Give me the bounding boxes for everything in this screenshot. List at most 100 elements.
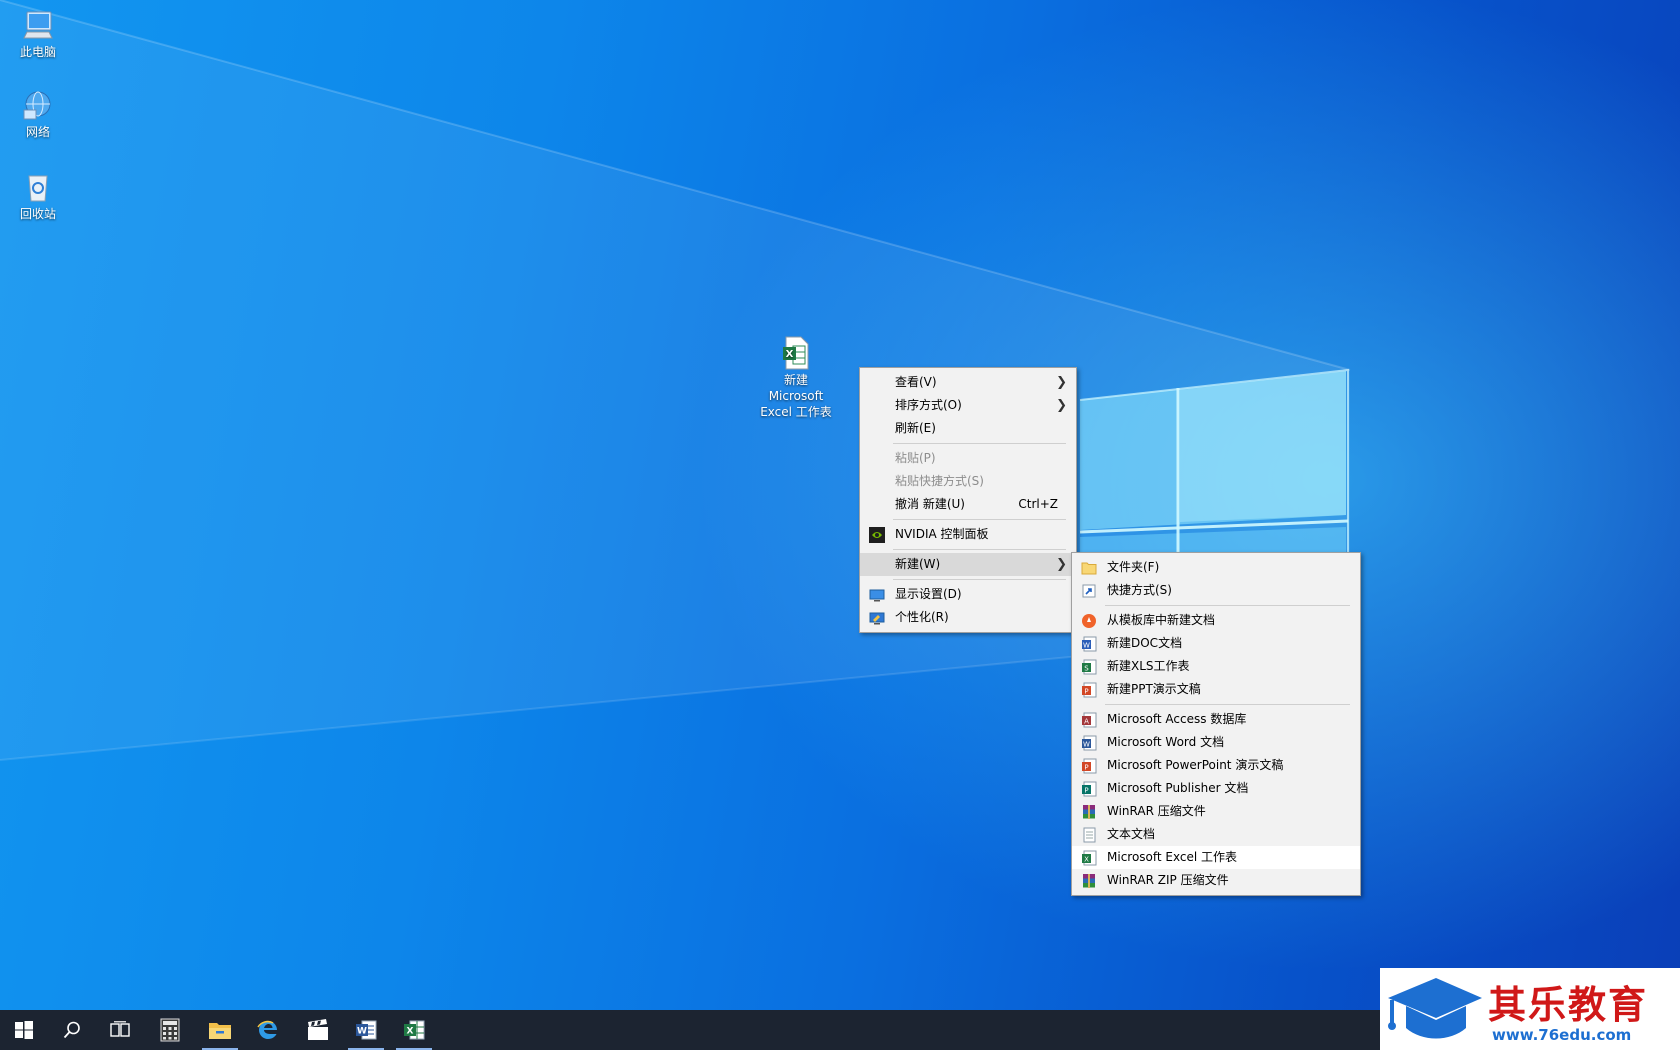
wps-ppt-icon: P xyxy=(1082,682,1097,698)
menu-item-label: 新建(W) xyxy=(895,557,941,571)
menu-item-label: Microsoft Word 文档 xyxy=(1107,735,1225,749)
menu-item-new[interactable]: 新建(W) ❯ xyxy=(860,553,1076,576)
wps-xls-icon: S xyxy=(1082,659,1097,675)
file-explorer-icon xyxy=(209,1023,231,1039)
menu-item-label: 新建PPT演示文稿 xyxy=(1107,682,1201,696)
start-icon xyxy=(15,1021,33,1039)
chevron-right-icon: ❯ xyxy=(1056,557,1067,572)
shortcut-icon xyxy=(1082,584,1096,598)
search-button[interactable] xyxy=(48,1010,96,1050)
menu-item-display-settings[interactable]: 显示设置(D) xyxy=(860,583,1076,606)
menu-item-label: Microsoft Excel 工作表 xyxy=(1107,850,1238,864)
menu-item-paste: 粘贴(P) xyxy=(860,447,1076,470)
svg-text:P: P xyxy=(1084,764,1088,772)
desktop-icon-recycle-bin[interactable]: 回收站 xyxy=(0,170,76,222)
desktop-icon-label: 回收站 xyxy=(19,207,56,221)
submenu-item-word[interactable]: W Microsoft Word 文档 xyxy=(1072,731,1360,754)
desktop-icon-network[interactable]: 网络 xyxy=(0,88,76,140)
folder-icon xyxy=(1081,562,1097,575)
network-icon xyxy=(23,91,51,120)
search-icon xyxy=(63,1021,80,1039)
svg-text:P: P xyxy=(1084,688,1088,696)
submenu-item-text[interactable]: 文本文档 xyxy=(1072,823,1360,846)
menu-separator xyxy=(1105,704,1350,705)
nvidia-icon xyxy=(869,527,885,543)
access-icon: A xyxy=(1082,712,1097,728)
menu-item-label: 文件夹(F) xyxy=(1107,560,1160,574)
submenu-item-powerpoint[interactable]: P Microsoft PowerPoint 演示文稿 xyxy=(1072,754,1360,777)
svg-text:W: W xyxy=(357,1027,367,1037)
menu-item-label: 快捷方式(S) xyxy=(1107,583,1172,597)
submenu-item-winrar[interactable]: WinRAR 压缩文件 xyxy=(1072,800,1360,823)
svg-text:S: S xyxy=(1084,665,1089,673)
start-button[interactable] xyxy=(0,1010,48,1050)
excel-file-icon: X xyxy=(783,336,809,370)
chevron-right-icon: ❯ xyxy=(1056,375,1067,390)
desktop[interactable]: 此电脑 网络 回收站 X 新建 Microsoft Excel 工作表 xyxy=(0,0,1680,1010)
recycle-bin-icon xyxy=(28,175,48,202)
word-doc-icon: W xyxy=(1082,735,1097,751)
menu-item-label: 显示设置(D) xyxy=(895,587,962,601)
submenu-item-template[interactable]: 从模板库中新建文档 xyxy=(1072,609,1360,632)
menu-item-label: 粘贴快捷方式(S) xyxy=(895,474,984,488)
svg-text:W: W xyxy=(1083,642,1090,650)
submenu-item-new-xls[interactable]: S 新建XLS工作表 xyxy=(1072,655,1360,678)
menu-item-label: 新建XLS工作表 xyxy=(1107,659,1190,673)
taskbar-movies[interactable] xyxy=(294,1010,342,1050)
menu-item-label: 排序方式(O) xyxy=(895,398,962,412)
text-document-icon xyxy=(1083,827,1096,843)
template-icon xyxy=(1082,614,1096,628)
taskbar-edge[interactable] xyxy=(244,1010,292,1050)
svg-text:X: X xyxy=(786,349,794,360)
taskbar-word[interactable]: W xyxy=(342,1010,390,1050)
submenu-item-new-doc[interactable]: W 新建DOC文档 xyxy=(1072,632,1360,655)
computer-icon xyxy=(23,11,53,39)
submenu-item-winrar-zip[interactable]: WinRAR ZIP 压缩文件 xyxy=(1072,869,1360,892)
display-icon xyxy=(869,589,885,602)
taskbar-calculator[interactable] xyxy=(146,1010,194,1050)
desktop-icon-label: 此电脑 xyxy=(19,45,56,59)
submenu-item-publisher[interactable]: P Microsoft Publisher 文档 xyxy=(1072,777,1360,800)
menu-item-label: Microsoft Access 数据库 xyxy=(1107,712,1247,726)
task-view-icon xyxy=(110,1021,130,1037)
wallpaper-logo xyxy=(0,0,1351,761)
menu-item-paste-shortcut: 粘贴快捷方式(S) xyxy=(860,470,1076,493)
task-view-button[interactable] xyxy=(96,1010,144,1050)
menu-item-label: 查看(V) xyxy=(895,375,937,389)
word-icon: W xyxy=(356,1020,377,1040)
submenu-item-shortcut[interactable]: 快捷方式(S) xyxy=(1072,579,1360,602)
desktop-context-menu: 查看(V) ❯ 排序方式(O) ❯ 刷新(E) 粘贴(P) 粘贴快捷方式(S) … xyxy=(859,367,1077,633)
menu-separator xyxy=(1105,605,1350,606)
publisher-icon: P xyxy=(1082,781,1097,797)
chevron-right-icon: ❯ xyxy=(1056,398,1067,413)
movies-icon xyxy=(308,1019,328,1040)
taskbar-file-explorer[interactable] xyxy=(196,1010,244,1050)
watermark-logo: 其乐教育 www.76edu.com xyxy=(1380,968,1680,1050)
svg-text:W: W xyxy=(1083,741,1090,749)
taskbar-excel[interactable]: X xyxy=(390,1010,438,1050)
menu-item-label: NVIDIA 控制面板 xyxy=(895,527,989,541)
submenu-item-access[interactable]: A Microsoft Access 数据库 xyxy=(1072,708,1360,731)
submenu-item-new-ppt[interactable]: P 新建PPT演示文稿 xyxy=(1072,678,1360,701)
menu-item-sort[interactable]: 排序方式(O) ❯ xyxy=(860,394,1076,417)
edge-icon xyxy=(257,1020,277,1039)
personalize-icon xyxy=(869,612,885,625)
desktop-file-new-excel[interactable]: X 新建 Microsoft Excel 工作表 xyxy=(758,336,834,420)
desktop-icon-this-pc[interactable]: 此电脑 xyxy=(0,8,76,60)
powerpoint-icon: P xyxy=(1082,758,1097,774)
svg-text:A: A xyxy=(1084,718,1089,726)
menu-item-label: 刷新(E) xyxy=(895,421,936,435)
menu-item-view[interactable]: 查看(V) ❯ xyxy=(860,371,1076,394)
menu-item-personalize[interactable]: 个性化(R) xyxy=(860,606,1076,629)
calculator-icon xyxy=(160,1018,180,1042)
menu-separator xyxy=(893,579,1066,580)
menu-item-undo[interactable]: 撤消 新建(U) Ctrl+Z xyxy=(860,493,1076,516)
graduation-cap-icon xyxy=(1388,978,1482,1039)
menu-item-label: 撤消 新建(U) xyxy=(895,497,965,511)
menu-item-refresh[interactable]: 刷新(E) xyxy=(860,417,1076,440)
submenu-item-folder[interactable]: 文件夹(F) xyxy=(1072,556,1360,579)
wps-doc-icon: W xyxy=(1082,636,1097,652)
submenu-item-excel[interactable]: X Microsoft Excel 工作表 xyxy=(1072,846,1360,869)
menu-separator xyxy=(893,519,1066,520)
menu-item-nvidia[interactable]: NVIDIA 控制面板 xyxy=(860,523,1076,546)
